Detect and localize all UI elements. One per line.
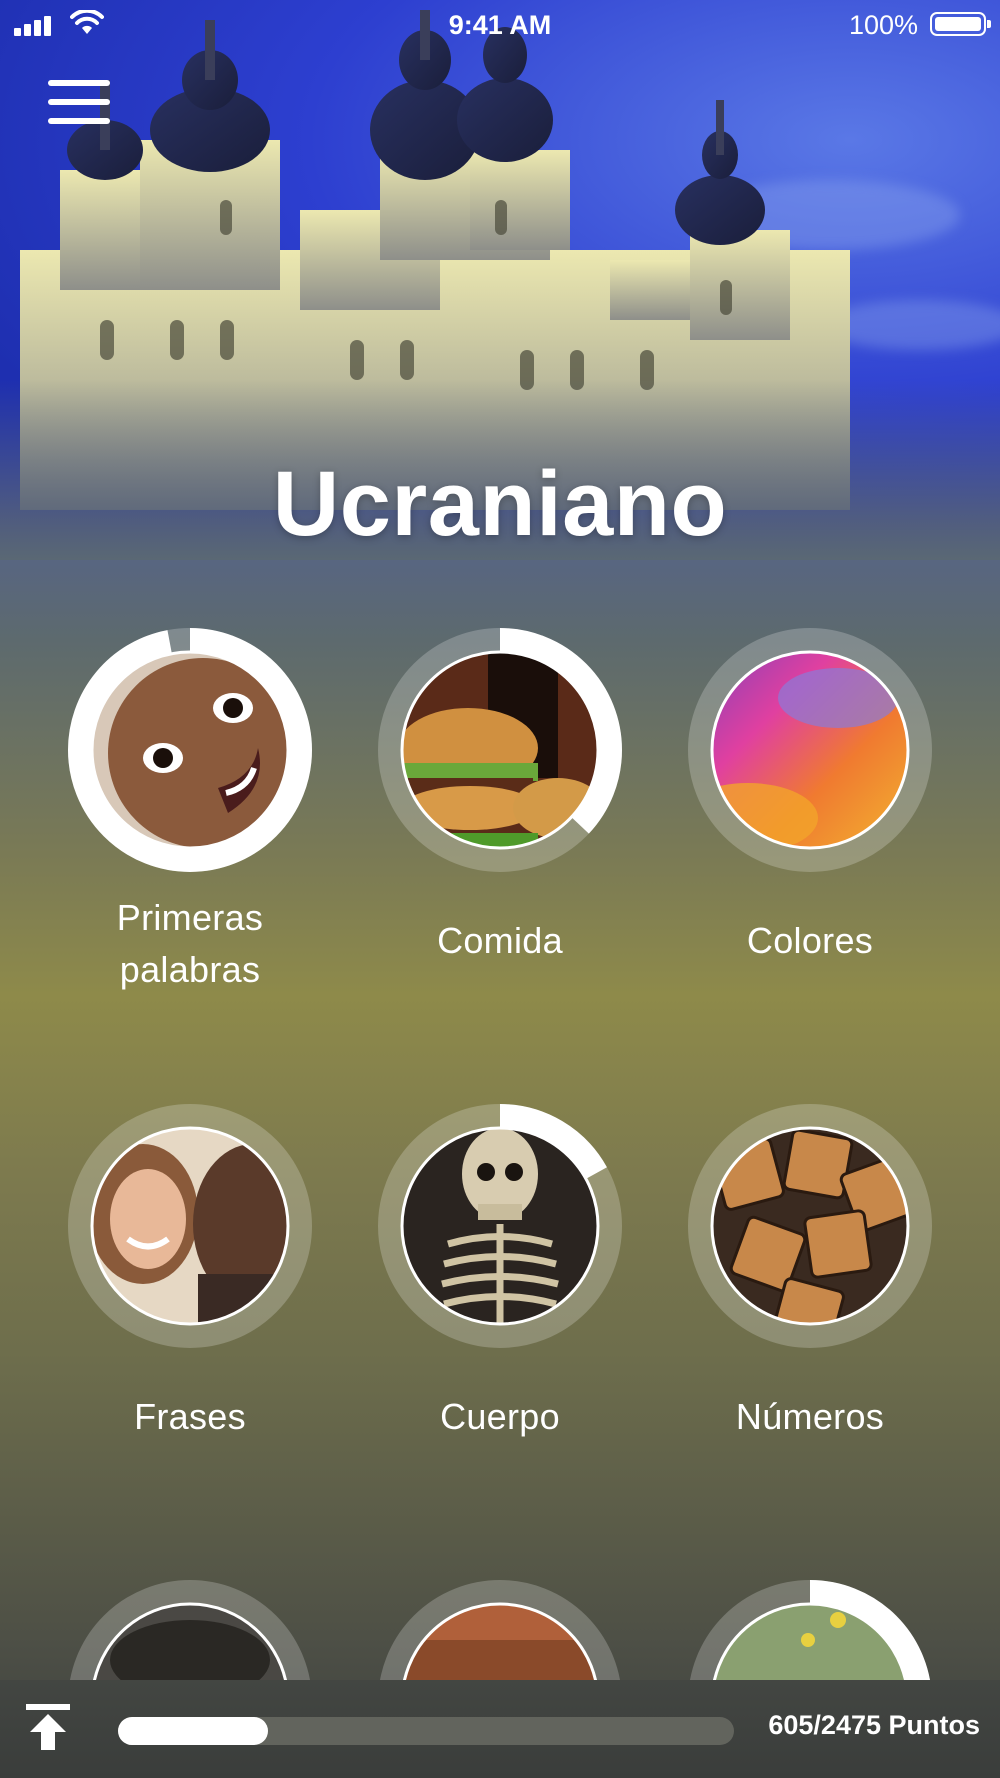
status-bar: 9:41 AM 100% xyxy=(0,0,1000,50)
page-title: Ucraniano xyxy=(272,453,728,555)
category-label: Colores xyxy=(746,920,874,961)
category-numeros[interactable]: Números xyxy=(660,1104,960,1442)
progress-ring xyxy=(378,628,622,872)
category-label: Cuerpo xyxy=(440,1396,560,1437)
category-row3-1[interactable] xyxy=(40,1580,340,1680)
category-label: Comida xyxy=(437,920,563,961)
category-comida[interactable]: Comida xyxy=(350,628,650,966)
battery-percent: 100% xyxy=(848,10,918,40)
category-primeras-palabras[interactable]: Primeras palabras xyxy=(40,628,340,996)
hamburger-menu-icon[interactable] xyxy=(48,80,110,124)
progress-ring xyxy=(68,628,312,872)
category-cuerpo[interactable]: Cuerpo xyxy=(350,1104,650,1442)
category-label: Frases xyxy=(134,1396,246,1437)
battery-icon xyxy=(930,12,991,36)
progress-ring xyxy=(70,1580,310,1680)
progress-ring xyxy=(688,628,932,872)
progress-ring xyxy=(378,1104,622,1348)
category-label: Números xyxy=(735,1396,885,1437)
progress-ring xyxy=(68,1104,312,1348)
progress-ring xyxy=(688,1104,932,1348)
category-colores[interactable]: Colores xyxy=(660,628,960,966)
progress-ring xyxy=(380,1580,620,1680)
category-frases[interactable]: Frases xyxy=(40,1104,340,1442)
points-text: 605/2475 Puntos xyxy=(768,1710,980,1740)
category-row3-3[interactable] xyxy=(660,1580,960,1680)
category-label: Primeras palabras xyxy=(116,897,264,990)
category-grid: Primeras palabras Comida Colores Frases … xyxy=(0,0,1000,1680)
points-progress-fill xyxy=(118,1717,269,1745)
category-row3-2[interactable] xyxy=(350,1580,650,1680)
upload-arrow-icon[interactable] xyxy=(26,1704,70,1752)
progress-ring xyxy=(688,1580,932,1680)
points-progress-bar xyxy=(118,1717,734,1745)
bottom-bar: 605/2475 Puntos xyxy=(0,1680,1000,1778)
